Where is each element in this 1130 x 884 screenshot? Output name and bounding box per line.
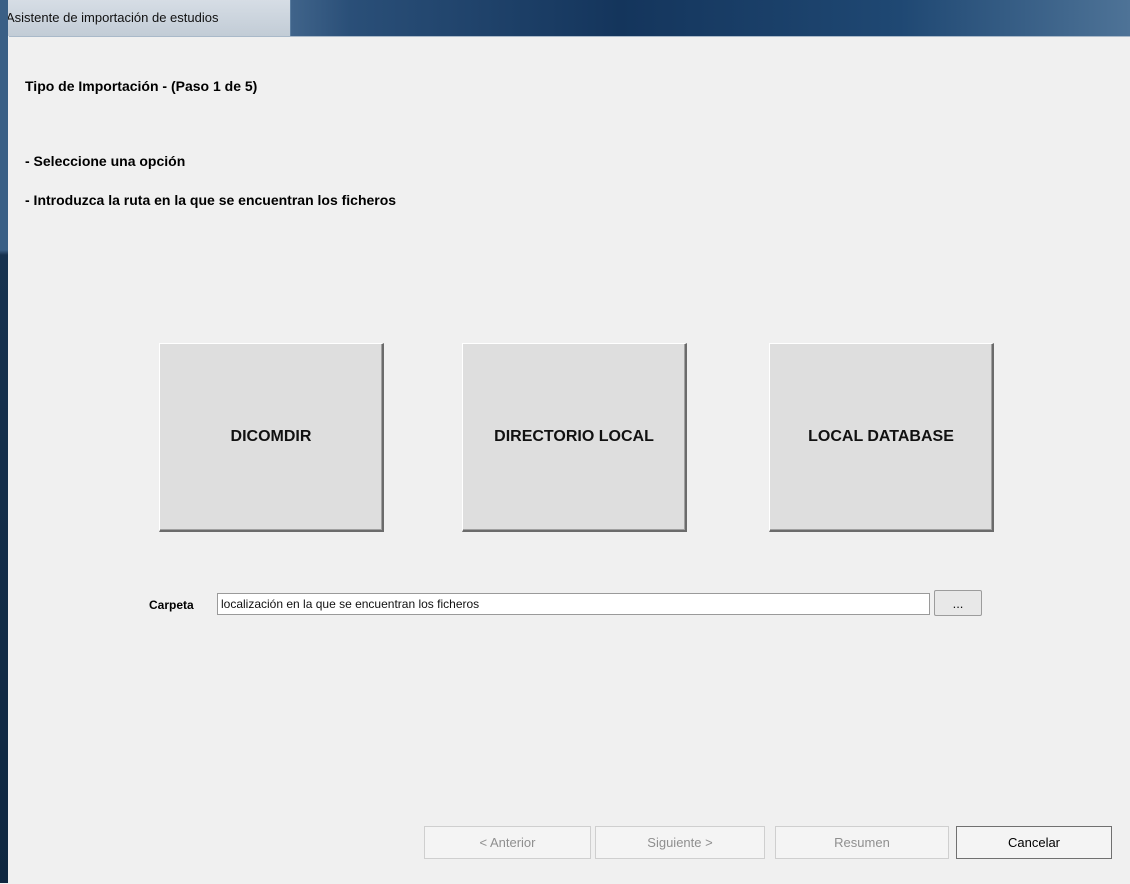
summary-button[interactable]: Resumen <box>775 826 949 859</box>
cancel-button[interactable]: Cancelar <box>956 826 1112 859</box>
import-wizard-window: Asistente de importación de estudios Tip… <box>0 0 1130 884</box>
window-left-border <box>0 0 8 883</box>
local-database-button[interactable]: LOCAL DATABASE <box>769 343 994 532</box>
folder-path-input[interactable] <box>217 593 930 615</box>
instruction-select-option: - Seleccione una opción <box>25 153 186 169</box>
back-button[interactable]: < Anterior <box>424 826 591 859</box>
instruction-enter-path: - Introduzca la ruta en la que se encuen… <box>25 192 397 208</box>
next-button[interactable]: Siguiente > <box>595 826 765 859</box>
title-tab: Asistente de importación de estudios <box>0 0 291 36</box>
title-bar[interactable]: Asistente de importación de estudios <box>0 0 1130 36</box>
step-title: Tipo de Importación - (Paso 1 de 5) <box>25 78 258 94</box>
folder-label: Carpeta <box>149 598 194 612</box>
local-directory-button[interactable]: DIRECTORIO LOCAL <box>462 343 687 532</box>
window-title: Asistente de importación de estudios <box>6 10 219 25</box>
wizard-content: Tipo de Importación - (Paso 1 de 5) - Se… <box>9 36 1130 884</box>
dicomdir-button[interactable]: DICOMDIR <box>159 343 384 532</box>
browse-folder-button[interactable]: ... <box>934 590 982 616</box>
